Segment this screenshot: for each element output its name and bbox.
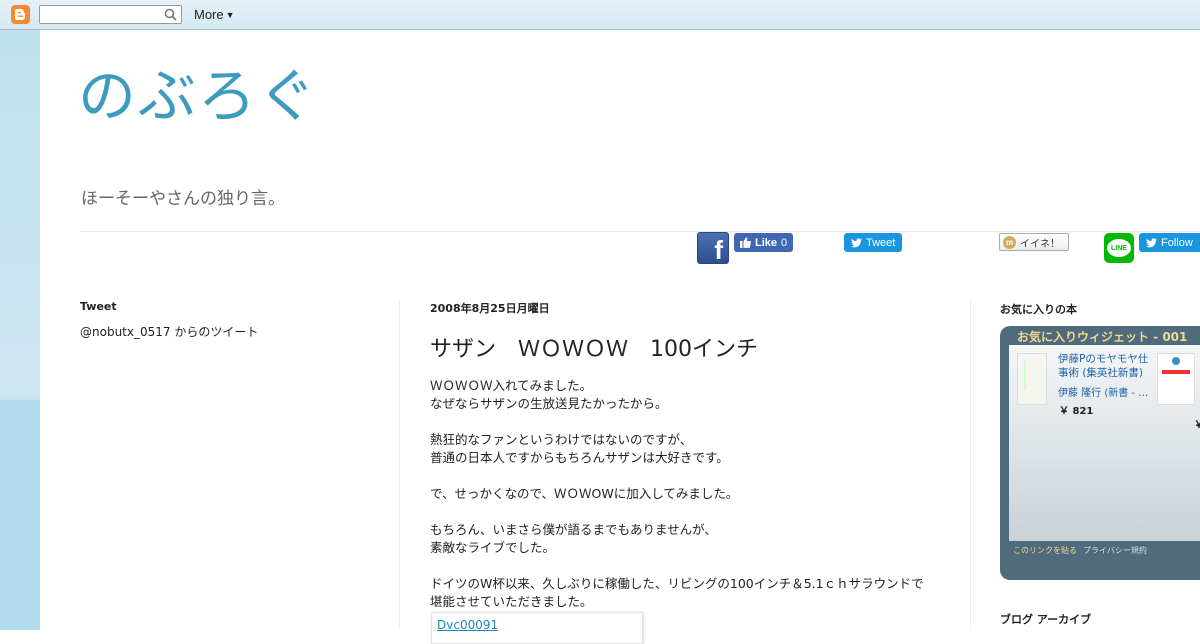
background-strip <box>0 29 40 630</box>
navbar-search-input[interactable] <box>39 5 182 24</box>
line-logo-icon: LINE <box>1107 239 1131 257</box>
mixi-like-button[interactable]: m イイネ！ <box>999 233 1069 251</box>
facebook-share-icon[interactable]: f <box>697 232 729 265</box>
post-line: 普通の日本人ですからもちろんサザンは大好きです。 <box>430 450 729 465</box>
post-image-frame: Dvc00091 <box>431 612 643 644</box>
widget-title: お気に入りウィジェット - 001 <box>1017 330 1188 344</box>
favorites-widget: お気に入りウィジェット - 001 伊藤Pのモヤモヤ仕事術 (集英社新書) 伊藤… <box>1000 326 1200 580</box>
twitter-follow-button[interactable]: Follow <box>1139 233 1200 252</box>
thumbs-up-icon <box>740 237 751 248</box>
post-line: 堪能させていただきました。 <box>430 594 593 609</box>
post-line: 熱狂的なファンというわけではないのですが、 <box>430 432 693 447</box>
favorite-books-heading: お気に入りの本 <box>1000 303 1077 316</box>
chevron-down-icon: ▼ <box>225 10 235 20</box>
follow-label: Follow <box>1161 236 1193 249</box>
more-label: More <box>194 7 224 22</box>
tweet-widget-heading: Tweet <box>80 300 117 313</box>
post-date: 2008年8月25日月曜日 <box>430 302 550 315</box>
widget-content: 伊藤Pのモヤモヤ仕事術 (集英社新書) 伊藤 隆行 (新書 - … ￥ 821 … <box>1009 345 1200 541</box>
twitter-bird-icon <box>1146 237 1157 247</box>
line-share-button[interactable]: LINE <box>1104 233 1134 263</box>
blogger-logo-icon[interactable] <box>11 5 30 24</box>
facebook-like-count: 0 <box>781 236 788 249</box>
blog-archive-heading: ブログ アーカイブ <box>1000 613 1092 626</box>
post-title[interactable]: サザン ＷＯＷＯＷ 100インチ <box>430 331 758 363</box>
blog-description: ほーそーやさんの独り言。 <box>81 189 285 209</box>
twitter-bird-icon <box>851 237 862 247</box>
mixi-logo-icon: m <box>1003 235 1016 249</box>
search-icon[interactable] <box>164 8 177 21</box>
blog-title[interactable]: のぶろぐ <box>78 62 318 132</box>
facebook-like-button[interactable]: Like 0 <box>734 233 794 252</box>
post-line: ドイツのW杯以来、久しぶりに稼働した、リビングの100インチ＆5.1ｃｈサラウン… <box>430 576 924 591</box>
privacy-link[interactable]: プライバシー規約 <box>1083 546 1147 555</box>
column-divider-right <box>970 300 971 630</box>
column-divider-left <box>399 300 400 630</box>
header-divider <box>80 231 1200 232</box>
blogger-navbar: More ▼ <box>0 0 1200 30</box>
facebook-like-label: Like <box>755 236 778 249</box>
paste-link[interactable]: このリンクを貼る <box>1013 546 1077 555</box>
widget-footer-links: このリンクを貼る プライバシー規約 <box>1013 545 1147 556</box>
post-line: 素敵なライブでした。 <box>430 540 556 555</box>
more-menu-button[interactable]: More ▼ <box>194 7 235 22</box>
tweet-button[interactable]: Tweet <box>844 233 903 252</box>
post-line: ＷＯＷＯＷ入れてみました。 <box>430 378 593 393</box>
tweets-by-link[interactable]: @nobutx_0517 からのツイート <box>80 323 258 340</box>
post-line: もちろん、いまさら僕が語るまでもありませんが、 <box>430 522 717 537</box>
book-cover-image[interactable] <box>1017 353 1047 405</box>
post-line: なぜならサザンの生放送見たかったから。 <box>430 396 668 411</box>
book-cover-image[interactable] <box>1157 353 1195 405</box>
book-price: ￥ 821 <box>1059 406 1094 417</box>
book-author: 伊藤 隆行 (新書 - … <box>1058 388 1149 399</box>
book-title-link[interactable]: 伊藤Pのモヤモヤ仕事術 (集英社新書) <box>1058 352 1153 380</box>
tweet-label: Tweet <box>866 236 896 249</box>
book-price: ￥ <box>1194 420 1200 431</box>
post-line: で、せっかくなので、ＷＯＷOWに加入してみました。 <box>430 486 739 501</box>
post-body: ＷＯＷＯＷ入れてみました。 なぜならサザンの生放送見たかったから。 熱狂的なファ… <box>430 377 950 611</box>
mixi-like-label: イイネ！ <box>1020 238 1060 250</box>
